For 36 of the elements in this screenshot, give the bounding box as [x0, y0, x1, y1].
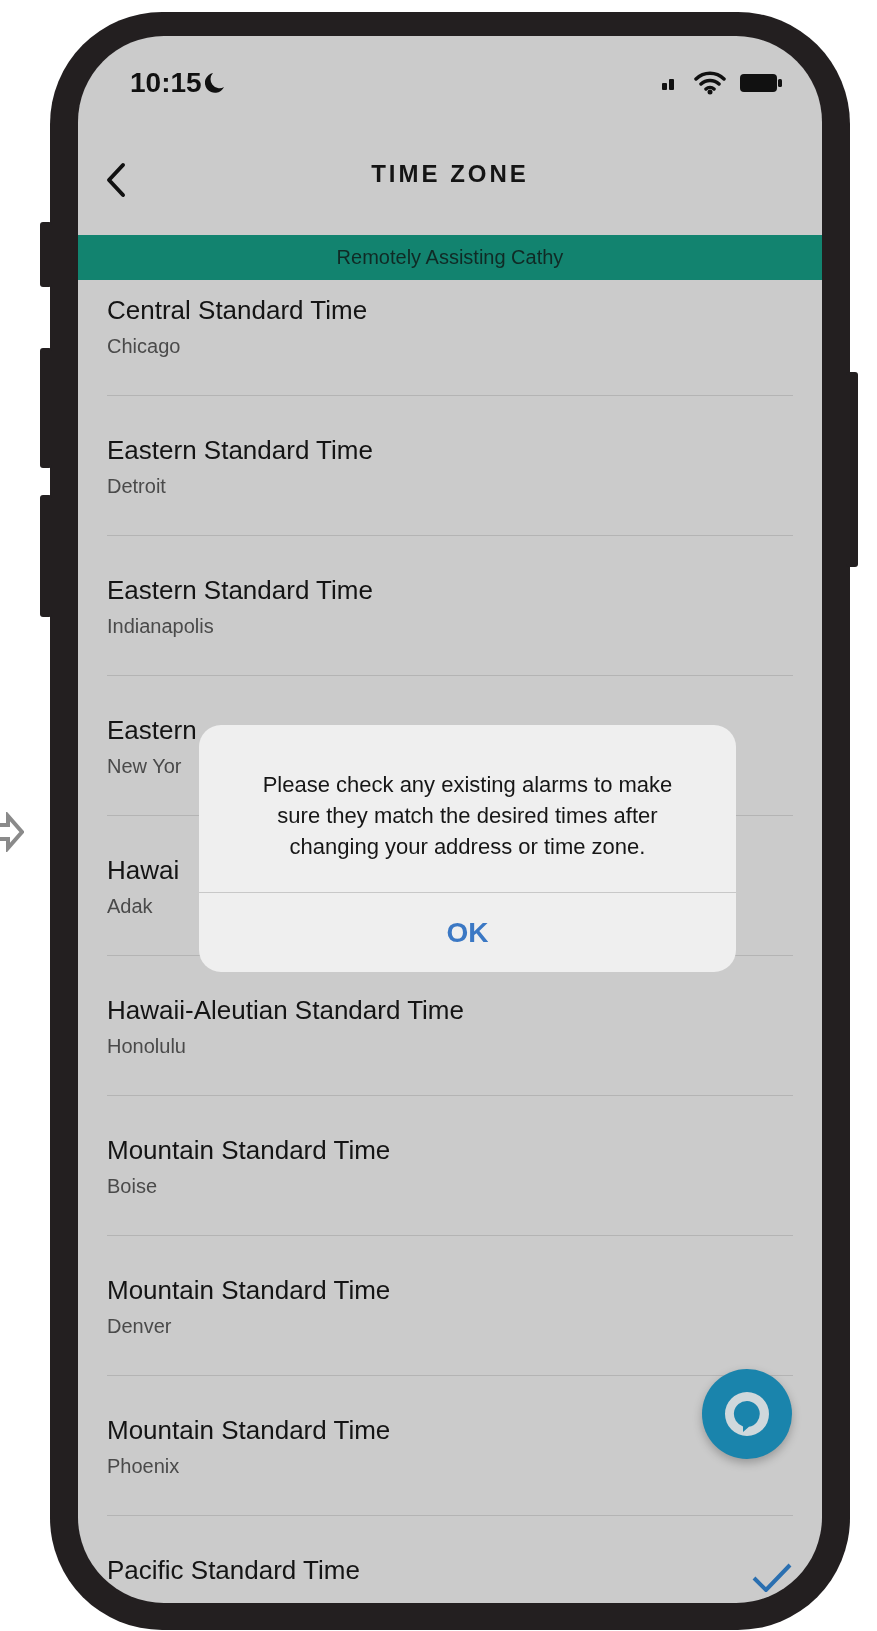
checkmark-icon: [751, 1562, 793, 1592]
time-zone-city: Chicago: [107, 334, 181, 358]
wifi-icon: [694, 71, 726, 95]
time-zone-city: Adak: [107, 894, 153, 918]
time-zone-row[interactable]: Pacific Standard Time: [107, 1516, 793, 1603]
time-zone-city: Phoenix: [107, 1454, 180, 1478]
time-zone-row[interactable]: Central Standard Time Chicago: [107, 280, 793, 396]
time-zone-city: Honolulu: [107, 1034, 186, 1058]
time-zone-name: Pacific Standard Time: [107, 1554, 360, 1586]
alert-message: Please check any existing alarms to make sure they match the desired times after changing your address or time zone.: [261, 771, 674, 861]
time-zone-name: Mountain Standard Time: [107, 1274, 391, 1306]
time-zone-city: Detroit: [107, 474, 166, 498]
time-zone-name: Eastern: [107, 714, 197, 746]
time-zone-city: Boise: [107, 1174, 158, 1198]
time-zone-city: New Yor: [107, 754, 182, 778]
moon-icon: [204, 72, 225, 94]
page-title: TIME ZONE: [371, 159, 529, 189]
time-zone-name: Hawaii-Aleutian Standard Time: [107, 994, 464, 1026]
back-icon: [106, 162, 126, 198]
time-zone-name: Eastern Standard Time: [107, 434, 373, 466]
assistant-button[interactable]: [702, 1369, 792, 1459]
time-zone-name: Eastern Standard Time: [107, 574, 373, 606]
time-zone-name: Mountain Standard Time: [107, 1414, 391, 1446]
time-zone-name: Mountain Standard Time: [107, 1134, 391, 1166]
ok-button[interactable]: OK: [199, 892, 736, 972]
time-zone-city: Indianapolis: [107, 614, 214, 638]
time-zone-name: Hawai: [107, 854, 180, 886]
time-zone-row[interactable]: Eastern Standard Time Detroit: [107, 396, 793, 536]
battery-icon: [740, 73, 782, 93]
status-time: 10:15: [130, 67, 202, 99]
time-zone-row[interactable]: Mountain Standard Time Boise: [107, 1096, 793, 1236]
time-zone-row[interactable]: Eastern Standard Time Indianapolis: [107, 536, 793, 676]
assist-banner: Remotely Assisting Cathy: [78, 235, 822, 280]
time-zone-name: Central Standard Time: [107, 294, 368, 326]
time-zone-city: Denver: [107, 1314, 172, 1338]
speech-bubble-icon: [722, 1389, 772, 1439]
